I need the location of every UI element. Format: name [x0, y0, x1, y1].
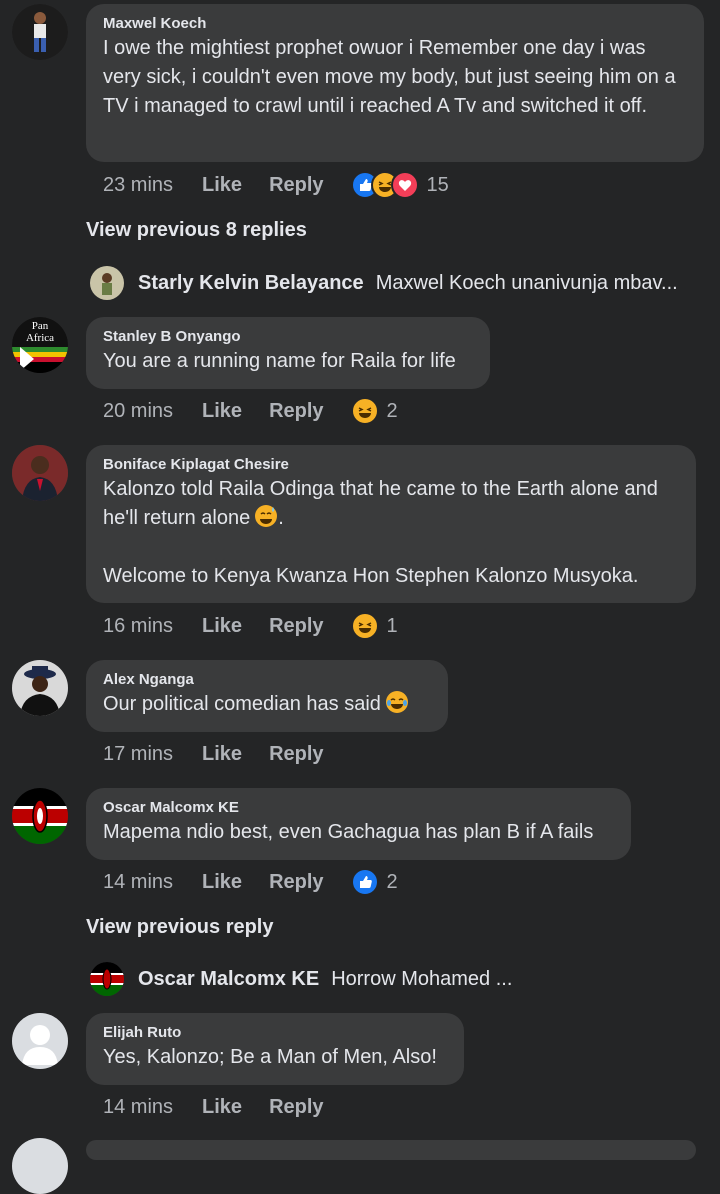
comment-text: Welcome to Kenya Kwanza Hon Stephen Kalo…	[103, 565, 639, 587]
avatar[interactable]: Pan Africa	[12, 317, 68, 373]
comment-actions: 14 mins Like Reply 2	[103, 867, 398, 897]
avatar-photo-icon	[12, 660, 68, 716]
collapsed-reply-text: Maxwel Koech unanivunja mbav...	[375, 271, 678, 294]
kenya-flag-avatar-icon	[12, 788, 68, 844]
like-reaction-icon	[350, 868, 379, 896]
comment-time[interactable]: 16 mins	[103, 615, 173, 638]
comment-author[interactable]: Elijah Ruto	[103, 1023, 447, 1043]
comment-time[interactable]: 14 mins	[103, 871, 173, 894]
like-button[interactable]: Like	[202, 174, 242, 197]
avatar-photo-icon	[12, 445, 68, 501]
comment-author[interactable]: Stanley B Onyango	[103, 327, 473, 347]
collapsed-reply[interactable]: Oscar Malcomx KE Horrow Mohamed ...	[90, 962, 512, 996]
reply-button[interactable]: Reply	[269, 400, 323, 423]
avatar[interactable]	[12, 445, 68, 501]
comment-text: You are a running name for Raila for lif…	[103, 350, 456, 372]
reaction-summary[interactable]: 15	[350, 171, 449, 199]
comment-author[interactable]: Oscar Malcomx KE	[103, 798, 614, 818]
avatar[interactable]	[12, 660, 68, 716]
collapsed-reply-author[interactable]: Oscar Malcomx KE	[138, 968, 319, 991]
like-button[interactable]: Like	[202, 615, 242, 638]
reply-button[interactable]: Reply	[269, 871, 323, 894]
comment-bubble: Maxwel Koech I owe the mightiest prophet…	[86, 4, 704, 162]
view-previous-reply-link[interactable]: View previous reply	[86, 916, 274, 939]
reaction-summary[interactable]: 1	[350, 612, 398, 640]
like-button[interactable]: Like	[202, 400, 242, 423]
comment-bubble: Oscar Malcomx KE Mapema ndio best, even …	[86, 788, 631, 860]
avatar[interactable]	[90, 266, 124, 300]
comment-bubble: Boniface Kiplagat Chesire Kalonzo told R…	[86, 445, 696, 603]
collapsed-reply[interactable]: Starly Kelvin Belayance Maxwel Koech una…	[90, 266, 678, 300]
reaction-count: 15	[426, 173, 449, 196]
reply-button[interactable]: Reply	[269, 615, 323, 638]
comment-text: Yes, Kalonzo; Be a Man of Men, Also!	[103, 1046, 437, 1068]
comment-actions: 20 mins Like Reply 2	[103, 396, 398, 426]
comment-author[interactable]: Boniface Kiplagat Chesire	[103, 455, 679, 475]
svg-text:Africa: Africa	[26, 332, 54, 344]
kenya-flag-avatar-icon	[90, 962, 124, 996]
avatar[interactable]	[12, 1138, 68, 1194]
like-button[interactable]: Like	[202, 1096, 242, 1119]
comment-time[interactable]: 20 mins	[103, 400, 173, 423]
avatar[interactable]	[12, 4, 68, 60]
comment-bubble: Elijah Ruto Yes, Kalonzo; Be a Man of Me…	[86, 1013, 464, 1085]
comment-time[interactable]: 14 mins	[103, 1096, 173, 1119]
svg-text:Pan: Pan	[32, 320, 49, 332]
comment-bubble	[86, 1140, 696, 1160]
comment-time[interactable]: 23 mins	[103, 174, 173, 197]
avatar[interactable]	[12, 788, 68, 844]
reaction-count: 2	[386, 870, 398, 893]
comment-author[interactable]: Alex Nganga	[103, 670, 431, 690]
comment-author[interactable]: Maxwel Koech	[103, 14, 687, 34]
avatar[interactable]	[12, 1013, 68, 1069]
comment-text: Kalonzo told Raila Odinga that he came t…	[103, 478, 664, 529]
view-previous-replies-link[interactable]: View previous 8 replies	[86, 219, 307, 242]
reaction-count: 2	[386, 399, 398, 422]
pan-africa-avatar-icon: Pan Africa	[12, 317, 68, 373]
comment-actions: 17 mins Like Reply	[103, 739, 351, 769]
sweat-smile-emoji-icon	[255, 505, 278, 527]
comment-bubble: Alex Nganga Our political comedian has s…	[86, 660, 448, 732]
collapsed-reply-text: Horrow Mohamed ...	[331, 967, 513, 990]
reply-button[interactable]: Reply	[269, 1096, 323, 1119]
like-button[interactable]: Like	[202, 871, 242, 894]
comment-actions: 23 mins Like Reply 15	[103, 170, 449, 200]
tears-of-joy-emoji-icon	[385, 691, 408, 713]
like-button[interactable]: Like	[202, 743, 242, 766]
comment-time[interactable]: 17 mins	[103, 743, 173, 766]
comment-text: Mapema ndio best, even Gachagua has plan…	[103, 821, 594, 843]
avatar[interactable]	[90, 962, 124, 996]
avatar-photo-icon	[12, 4, 68, 60]
comment-actions: 16 mins Like Reply 1	[103, 611, 398, 641]
avatar-photo-icon	[90, 266, 124, 300]
haha-reaction-icon	[350, 612, 379, 640]
comment-text: Our political comedian has said	[103, 690, 431, 719]
love-reaction-icon	[390, 171, 419, 199]
reaction-count: 1	[386, 614, 398, 637]
default-user-icon	[12, 1013, 68, 1069]
reaction-summary[interactable]: 2	[350, 397, 398, 425]
reply-button[interactable]: Reply	[269, 743, 323, 766]
comment-bubble: Stanley B Onyango You are a running name…	[86, 317, 490, 389]
reply-button[interactable]: Reply	[269, 174, 323, 197]
comment-actions: 14 mins Like Reply	[103, 1092, 351, 1122]
haha-reaction-icon	[350, 397, 379, 425]
reaction-summary[interactable]: 2	[350, 868, 398, 896]
collapsed-reply-author[interactable]: Starly Kelvin Belayance	[138, 272, 364, 295]
comment-text: I owe the mightiest prophet owuor i Reme…	[103, 37, 681, 117]
